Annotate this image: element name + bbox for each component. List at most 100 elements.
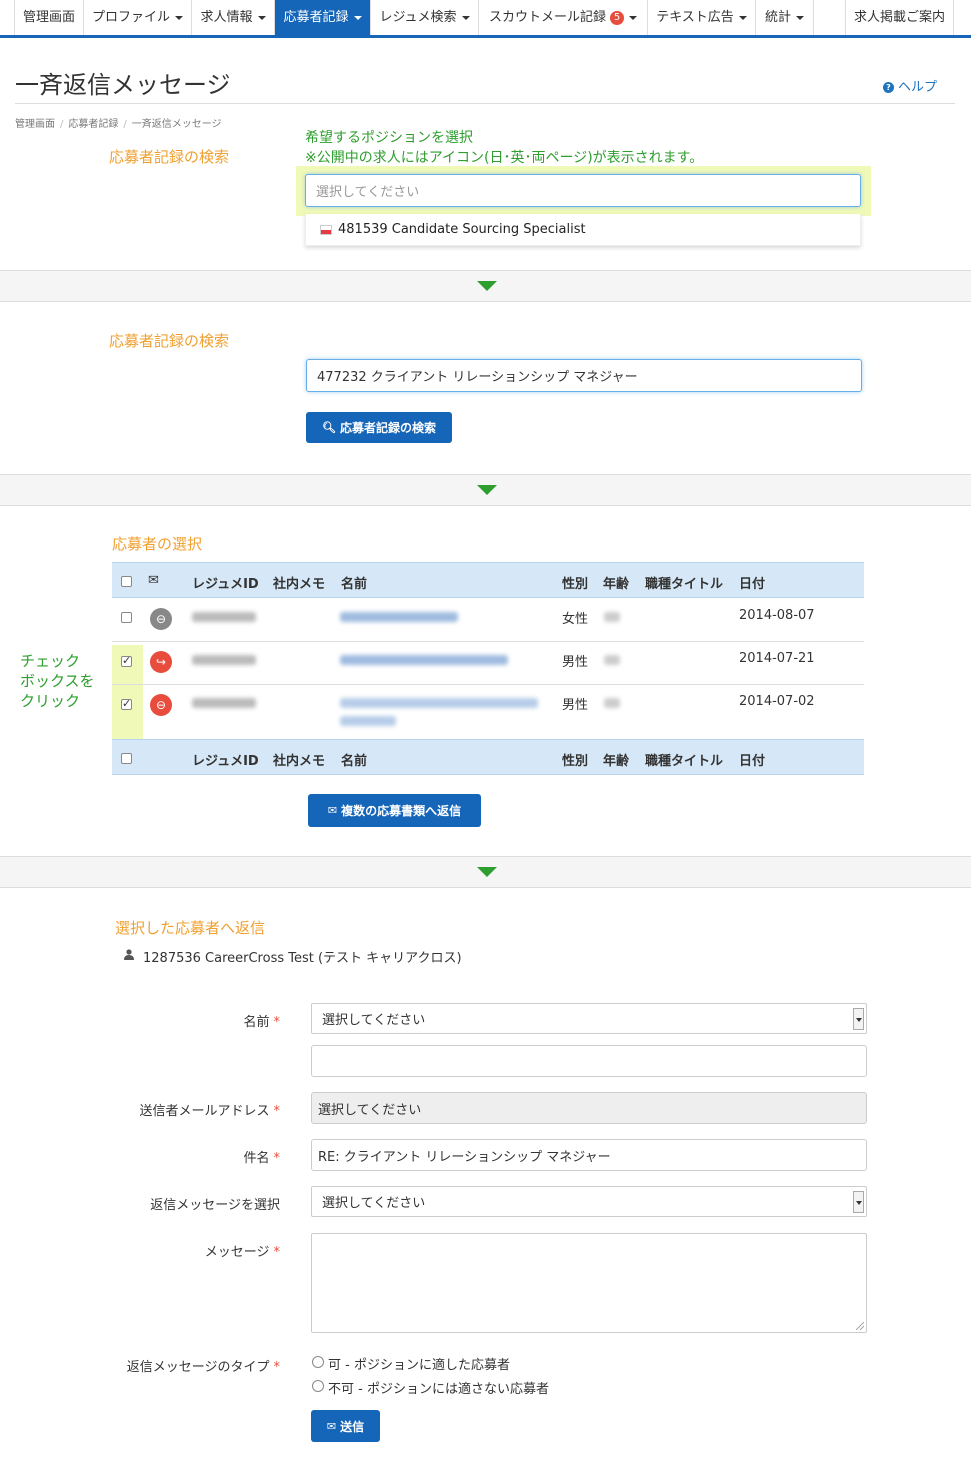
- message-textarea[interactable]: [311, 1233, 867, 1333]
- nav-item-applicants[interactable]: 応募者記録: [275, 0, 371, 35]
- applicant-name-redacted[interactable]: [340, 612, 458, 622]
- nav-item-jobs[interactable]: 求人情報: [192, 0, 275, 35]
- nav-item-job-posting-info[interactable]: 求人掲載ご案内: [845, 0, 954, 35]
- reply-type-no-radio[interactable]: [312, 1380, 324, 1392]
- column-age[interactable]: 年齢: [603, 750, 629, 769]
- nav-item-label: スカウトメール記録: [488, 10, 606, 25]
- age-redacted: [604, 655, 620, 665]
- column-name[interactable]: 名前: [341, 573, 367, 592]
- recipient-name: 1287536 CareerCross Test (テスト キャリアクロス): [143, 951, 462, 966]
- user-icon: [124, 949, 134, 960]
- breadcrumb-item[interactable]: 応募者記録: [68, 119, 118, 130]
- breadcrumb-separator: /: [123, 119, 127, 130]
- caret-down-icon: [175, 15, 183, 20]
- column-gender[interactable]: 性別: [562, 573, 588, 592]
- nav-item-scout-mail[interactable]: スカウトメール記録 5: [479, 0, 648, 35]
- nav-item-resume-search[interactable]: レジュメ検索: [371, 0, 479, 35]
- date-cell: 2014-07-21: [739, 651, 815, 666]
- nav-item-label: 管理画面: [22, 10, 75, 25]
- column-resume-id[interactable]: レジュメID: [192, 573, 259, 592]
- note-line: ボックスを: [20, 672, 95, 690]
- breadcrumb: 管理画面 / 応募者記録 / 一斉返信メッセージ: [15, 115, 222, 130]
- ban-icon: ⊖: [150, 608, 172, 630]
- applicant-name-redacted[interactable]: [340, 716, 396, 726]
- step1-heading: 応募者記録の検索: [109, 148, 230, 166]
- column-name[interactable]: 名前: [341, 750, 367, 769]
- note-line: クリック: [20, 692, 81, 710]
- nav-item-dashboard[interactable]: 管理画面: [14, 0, 84, 35]
- chevron-down-icon: [853, 1008, 864, 1030]
- column-resume-id[interactable]: レジュメID: [192, 750, 259, 769]
- caret-down-icon: [257, 15, 266, 20]
- resume-id-redacted: [192, 612, 256, 622]
- applicant-name-redacted[interactable]: [340, 698, 538, 708]
- nav-item-stats[interactable]: 統計: [756, 0, 814, 35]
- column-date[interactable]: 日付: [739, 573, 765, 592]
- input-placeholder: 選択してください: [316, 185, 420, 200]
- reply-type-yes-radio[interactable]: [312, 1356, 324, 1368]
- caret-down-icon: [629, 15, 637, 20]
- required-mark: *: [273, 1360, 281, 1375]
- column-gender[interactable]: 性別: [562, 750, 588, 769]
- nav-item-profile[interactable]: プロファイル: [84, 0, 192, 35]
- position-search-input[interactable]: 選択してください: [305, 174, 861, 207]
- select-all-checkbox[interactable]: [121, 576, 132, 587]
- name-select[interactable]: 選択してください: [311, 1003, 867, 1034]
- sender-email-field[interactable]: 選択してください: [311, 1092, 867, 1124]
- nav-item-label: 応募者記録: [283, 10, 349, 25]
- nav-item-label: 求人情報: [200, 10, 253, 25]
- select-value: 選択してください: [322, 1013, 426, 1028]
- subject-label: 件名 *: [80, 1147, 280, 1166]
- nav-item-text-ads[interactable]: テキスト広告: [648, 0, 756, 35]
- ban-icon: ⊖: [150, 694, 172, 716]
- help-link[interactable]: ? ヘルプ: [883, 76, 937, 95]
- breadcrumb-item: 一斉返信メッセージ: [131, 119, 222, 130]
- row-checkbox[interactable]: [121, 612, 132, 623]
- resize-handle-icon[interactable]: [856, 1322, 864, 1330]
- column-date[interactable]: 日付: [739, 750, 765, 769]
- date-cell: 2014-08-07: [739, 608, 815, 623]
- field-value: 選択してください: [318, 1102, 422, 1118]
- nav-item-label: 統計: [764, 10, 791, 25]
- button-label: 送信: [340, 1419, 365, 1434]
- reply-type-yes-label[interactable]: 可 - ポジションに適した応募者: [328, 1354, 510, 1373]
- position-input[interactable]: 477232 クライアント リレーションシップ マネジャー: [306, 359, 862, 392]
- subject-input[interactable]: RE: クライアント リレーションシップ マネジャー: [311, 1139, 867, 1171]
- required-mark: *: [273, 1104, 281, 1119]
- resume-id-redacted: [192, 698, 256, 708]
- applicant-name-redacted[interactable]: [340, 655, 508, 665]
- template-label: 返信メッセージを選択: [80, 1194, 280, 1213]
- step-divider: [0, 474, 971, 506]
- message-label: メッセージ *: [80, 1241, 280, 1260]
- position-dropdown-option[interactable]: 481539 Candidate Sourcing Specialist: [305, 214, 861, 246]
- reply-multiple-button[interactable]: ✉ 複数の応募書類へ返信: [308, 794, 481, 827]
- column-memo[interactable]: 社内メモ: [273, 573, 325, 592]
- name-input[interactable]: [311, 1045, 867, 1077]
- nav-item-label: テキスト広告: [656, 10, 734, 25]
- reply-type-no-label[interactable]: 不可 - ポジションには適さない応募者: [328, 1378, 549, 1397]
- japan-flag-icon: [320, 224, 332, 235]
- notification-badge: 5: [610, 10, 624, 25]
- search-applicants-button[interactable]: 🔍︎ 応募者記録の検索: [306, 412, 452, 443]
- arrow-down-icon: [477, 281, 497, 291]
- row-divider: [112, 641, 864, 642]
- gender-cell: 男性: [562, 698, 589, 713]
- column-job-title[interactable]: 職種タイトル: [645, 573, 723, 592]
- caret-down-icon: [353, 15, 362, 20]
- caret-down-icon: [796, 15, 804, 20]
- date-cell: 2014-07-02: [739, 694, 815, 709]
- row-checkbox[interactable]: [121, 697, 132, 710]
- column-job-title[interactable]: 職種タイトル: [645, 750, 723, 769]
- row-checkbox[interactable]: [121, 654, 132, 667]
- template-select[interactable]: 選択してください: [311, 1186, 867, 1217]
- step2-heading: 応募者記録の検索: [109, 332, 230, 350]
- select-all-checkbox[interactable]: [121, 753, 132, 764]
- column-age[interactable]: 年齢: [603, 573, 629, 592]
- breadcrumb-item[interactable]: 管理画面: [15, 119, 55, 130]
- column-memo[interactable]: 社内メモ: [273, 750, 325, 769]
- send-button[interactable]: ✉ 送信: [311, 1410, 380, 1442]
- row-divider: [112, 684, 864, 685]
- envelope-icon: ✉: [327, 804, 338, 817]
- envelope-icon: ✉: [326, 1419, 337, 1433]
- divider: [15, 103, 955, 104]
